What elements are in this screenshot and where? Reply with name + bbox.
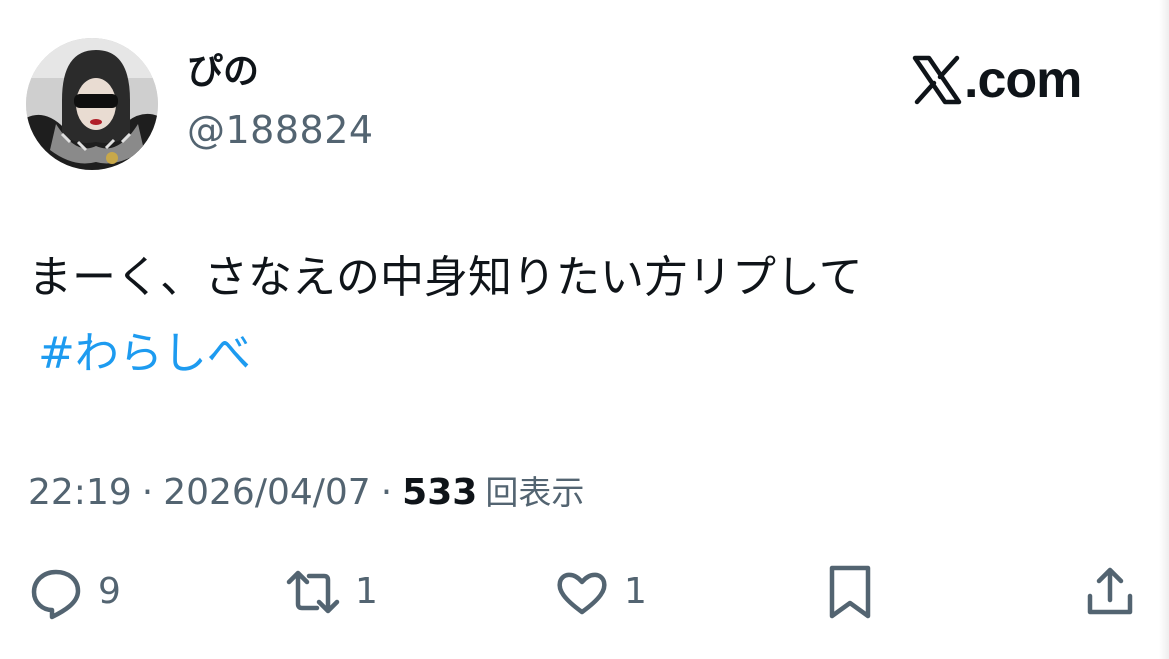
edge-shadow bbox=[1159, 0, 1169, 659]
views-count: 533 bbox=[402, 472, 478, 513]
x-logo-icon bbox=[912, 55, 962, 105]
tweet-time[interactable]: 22:19 bbox=[28, 468, 132, 518]
reply-count: 9 bbox=[98, 571, 121, 612]
bookmark-button[interactable] bbox=[822, 565, 878, 619]
brand-text: .com bbox=[964, 51, 1082, 109]
retweet-count: 1 bbox=[355, 571, 378, 612]
views-label: 回表示 bbox=[485, 473, 585, 512]
user-handle[interactable]: @188824 bbox=[187, 106, 374, 154]
tweet-card: ぴの @188824 .com まーく、さなえの中身知りたい方リプして #わらし… bbox=[0, 0, 1169, 659]
retweet-icon bbox=[286, 570, 340, 614]
share-icon bbox=[1087, 567, 1133, 615]
bookmark-icon bbox=[829, 565, 871, 619]
heart-icon bbox=[557, 572, 607, 615]
reply-icon bbox=[31, 569, 81, 620]
like-button[interactable]: 1 bbox=[554, 566, 647, 618]
like-count: 1 bbox=[624, 571, 647, 612]
x-com-brand: .com bbox=[912, 50, 1082, 110]
display-name[interactable]: ぴの bbox=[187, 50, 259, 94]
tweet-meta: 22:19 · 2026/04/07 · 533 回表示 bbox=[28, 468, 584, 518]
avatar[interactable] bbox=[26, 38, 158, 170]
avatar-image bbox=[26, 38, 158, 170]
reply-button[interactable]: 9 bbox=[28, 566, 121, 620]
tweet-date[interactable]: 2026/04/07 bbox=[163, 468, 371, 518]
tweet-text: まーく、さなえの中身知りたい方リプして bbox=[28, 252, 863, 303]
meta-separator: · bbox=[380, 472, 393, 513]
meta-separator: · bbox=[141, 472, 154, 513]
share-button[interactable] bbox=[1082, 566, 1138, 618]
hashtag-link[interactable]: #わらしべ bbox=[38, 326, 251, 382]
retweet-button[interactable]: 1 bbox=[285, 566, 378, 618]
